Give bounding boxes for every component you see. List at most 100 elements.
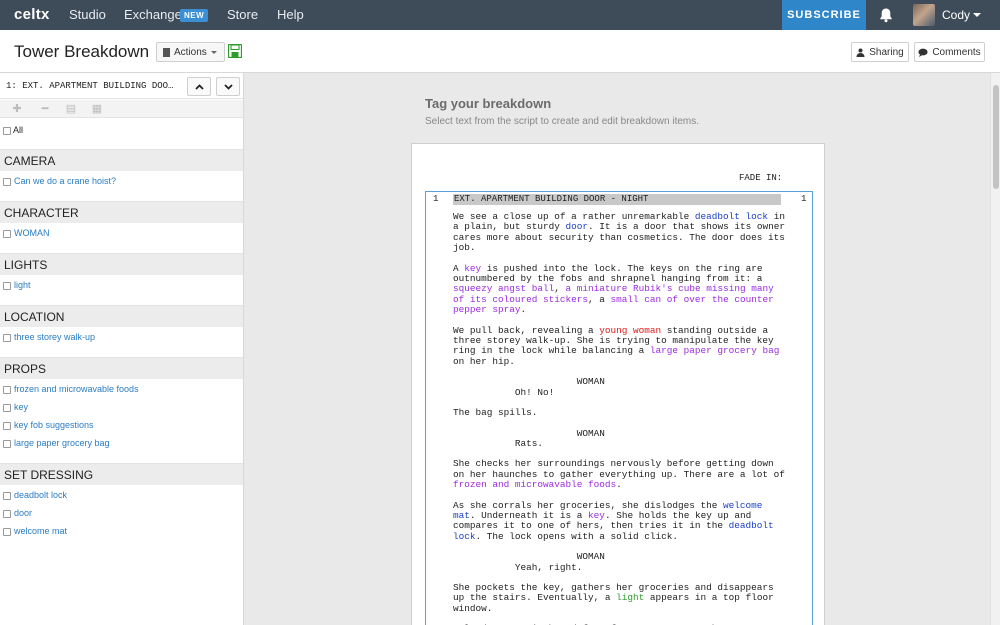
item-label[interactable]: frozen and microwavable foods <box>14 384 139 394</box>
breakdown-item[interactable]: deadbolt lock <box>3 490 67 500</box>
item-checkbox[interactable] <box>3 177 11 186</box>
item-label[interactable]: light <box>14 280 31 290</box>
subscribe-button[interactable]: SUBSCRIBE <box>782 0 866 30</box>
action-block[interactable]: She checks her surroundings nervously be… <box>453 459 798 490</box>
action-block[interactable]: The bag spills. <box>453 407 798 419</box>
script-text: . <box>520 304 527 316</box>
chevron-down-icon[interactable] <box>973 13 981 17</box>
breakdown-item[interactable]: key <box>3 402 28 412</box>
script-text: The bag spills. <box>453 407 538 419</box>
select-all[interactable]: All <box>0 121 243 139</box>
tagged-element[interactable]: deadbolt lock <box>695 211 768 222</box>
select-all-checkbox[interactable] <box>3 126 11 135</box>
item-label[interactable]: deadbolt lock <box>14 490 67 500</box>
remove-icon[interactable]: ━ <box>36 102 54 116</box>
action-block[interactable]: We see a close up of a rather unremarkab… <box>453 211 798 254</box>
previous-scene-button[interactable] <box>187 77 211 96</box>
nav-help[interactable]: Help <box>277 7 304 22</box>
breakdown-item[interactable]: three storey walk-up <box>3 332 95 342</box>
item-label[interactable]: key fob suggestions <box>14 420 94 430</box>
username[interactable]: Cody <box>942 8 970 22</box>
breakdown-toolbar: ✚ ━ ▤ ▦ <box>0 100 243 118</box>
nav-store[interactable]: Store <box>227 7 258 22</box>
item-checkbox[interactable] <box>3 385 11 394</box>
item-label[interactable]: key <box>14 402 28 412</box>
item-label[interactable]: Can we do a crane hoist? <box>14 176 116 186</box>
fade-in-transition[interactable]: FADE IN: <box>739 173 782 183</box>
breakdown-item[interactable]: door <box>3 508 32 518</box>
breakdown-item[interactable]: welcome mat <box>3 526 67 536</box>
scene-number-left: 1 <box>433 194 439 204</box>
category-title: CHARACTER <box>4 206 79 220</box>
tagged-element[interactable]: key <box>464 263 481 274</box>
actions-button[interactable]: Actions <box>156 42 225 62</box>
item-checkbox[interactable] <box>3 421 11 430</box>
nav-exchange[interactable]: Exchange <box>124 7 182 22</box>
action-block[interactable]: We pull back, revealing a young woman st… <box>453 325 798 368</box>
next-scene-button[interactable] <box>216 77 240 96</box>
breakdown-item[interactable]: WOMAN <box>3 228 50 238</box>
item-checkbox[interactable] <box>3 491 11 500</box>
scrollbar-thumb[interactable] <box>993 85 999 189</box>
script-text: . <box>616 479 622 491</box>
category-set-dressing: SET DRESSING <box>0 463 243 485</box>
item-label[interactable]: welcome mat <box>14 526 67 536</box>
script-text: is pushed into the lock. The keys on the… <box>453 262 763 285</box>
add-icon[interactable]: ✚ <box>8 102 26 116</box>
sharing-button[interactable]: Sharing <box>851 42 909 62</box>
script-text: WOMAN Yeah, right. <box>514 551 605 573</box>
breakdown-item[interactable]: Can we do a crane hoist? <box>3 176 116 186</box>
dialogue-block[interactable]: WOMAN Yeah, right. <box>453 551 798 573</box>
bell-icon[interactable] <box>878 7 894 23</box>
breakdown-item[interactable]: key fob suggestions <box>3 420 94 430</box>
script-area: Tag your breakdown Select text from the … <box>245 73 990 625</box>
dialogue-block[interactable]: WOMAN Oh! No! <box>453 376 798 398</box>
item-checkbox[interactable] <box>3 281 11 290</box>
breakdown-item[interactable]: frozen and microwavable foods <box>3 384 139 394</box>
item-checkbox[interactable] <box>3 403 11 412</box>
sharing-label: Sharing <box>869 46 904 58</box>
tagged-element[interactable]: large paper grocery bag <box>650 345 779 356</box>
item-checkbox[interactable] <box>3 439 11 448</box>
item-checkbox[interactable] <box>3 509 11 518</box>
tagged-element[interactable]: young woman <box>599 325 661 336</box>
tagged-element[interactable]: light <box>616 592 644 603</box>
avatar[interactable] <box>913 4 935 26</box>
copy-icon[interactable]: ▤ <box>62 102 80 116</box>
item-label[interactable]: door <box>14 508 32 518</box>
action-block[interactable]: As she corrals her groceries, she dislod… <box>453 500 798 543</box>
category-title: LOCATION <box>4 310 65 324</box>
item-checkbox[interactable] <box>3 229 11 238</box>
comments-label: Comments <box>932 46 981 58</box>
page-scrollbar[interactable] <box>990 73 1000 625</box>
tag-subheading: Select text from the script to create an… <box>425 116 700 127</box>
action-block[interactable]: A key is pushed into the lock. The keys … <box>453 262 798 316</box>
save-icon[interactable] <box>228 44 242 58</box>
breakdown-item[interactable]: large paper grocery bag <box>3 438 110 448</box>
item-label[interactable]: large paper grocery bag <box>14 438 110 448</box>
comments-button[interactable]: Comments <box>914 42 985 62</box>
script-text: on her hip. <box>453 355 515 367</box>
tagged-element[interactable]: door <box>566 221 589 232</box>
nav-studio[interactable]: Studio <box>69 7 106 22</box>
scene-block[interactable]: 1 EXT. APARTMENT BUILDING DOOR - NIGHT 1… <box>425 191 813 625</box>
script-text: , <box>554 283 566 295</box>
tagged-element[interactable]: key <box>588 510 605 521</box>
tagged-element[interactable]: frozen and microwavable foods <box>453 479 616 490</box>
script-page[interactable]: FADE IN: 1 EXT. APARTMENT BUILDING DOOR … <box>411 143 825 625</box>
item-label[interactable]: WOMAN <box>14 228 50 238</box>
dialogue-block[interactable]: WOMAN Rats. <box>453 428 798 450</box>
tagged-element[interactable]: squeezy angst ball <box>453 283 554 294</box>
scene-heading[interactable]: EXT. APARTMENT BUILDING DOOR - NIGHT <box>453 194 781 205</box>
brand-logo[interactable]: celtx <box>14 6 50 23</box>
item-checkbox[interactable] <box>3 527 11 536</box>
top-nav: celtx Studio Exchange NEW Store Help SUB… <box>0 0 1000 30</box>
action-block[interactable]: She pockets the key, gathers her groceri… <box>453 582 798 614</box>
item-checkbox[interactable] <box>3 333 11 342</box>
breakdown-item[interactable]: light <box>3 280 31 290</box>
script-body[interactable]: We see a close up of a rather unremarkab… <box>453 211 798 625</box>
paste-icon[interactable]: ▦ <box>88 102 106 116</box>
item-label[interactable]: three storey walk-up <box>14 332 95 342</box>
category-lights: LIGHTS <box>0 253 243 275</box>
scene-select[interactable]: 1: EXT. APARTMENT BUILDING DOO… <box>6 81 173 91</box>
